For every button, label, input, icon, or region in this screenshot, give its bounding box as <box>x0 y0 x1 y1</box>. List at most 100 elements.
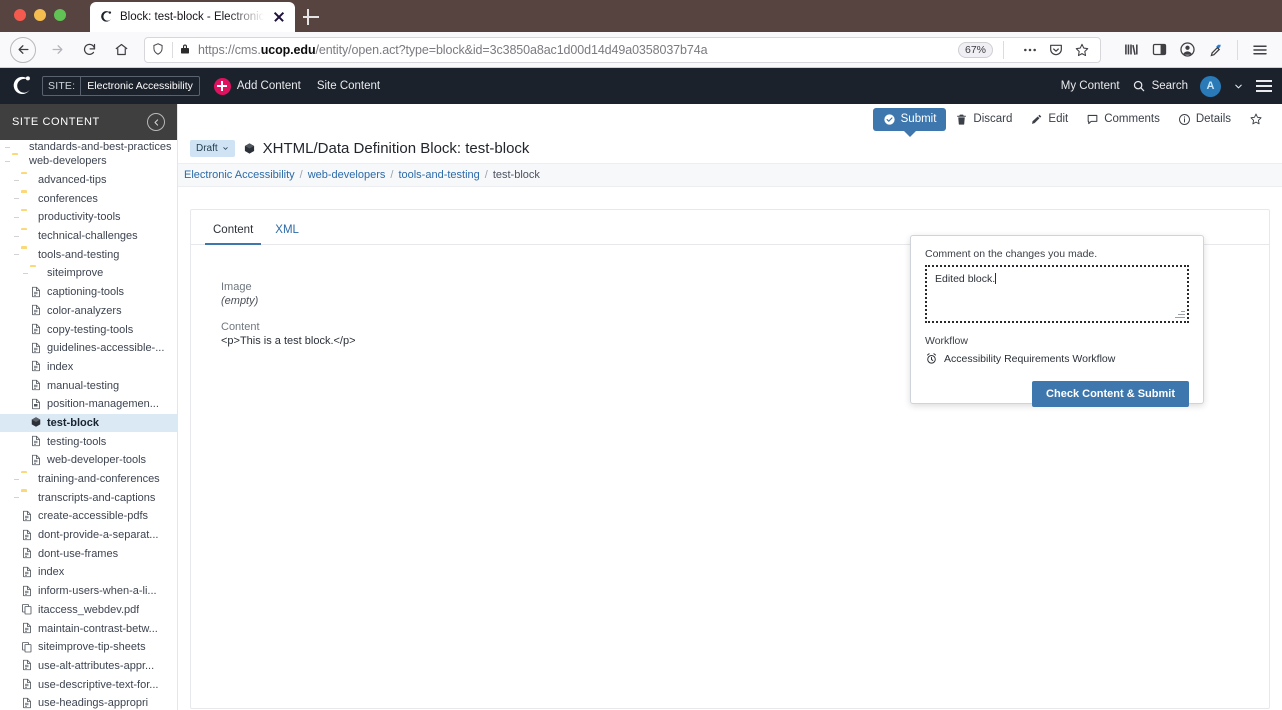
submit-button[interactable]: Submit <box>872 107 947 137</box>
tree-item[interactable]: transcripts-and-captions <box>0 488 177 507</box>
app-menu-icon[interactable] <box>1248 38 1272 62</box>
tree-item[interactable]: manual-testing <box>0 376 177 395</box>
tree-item-label: copy-testing-tools <box>47 323 134 336</box>
home-button[interactable] <box>106 35 136 65</box>
page-actions-icon[interactable] <box>1018 38 1042 62</box>
library-icon[interactable] <box>1119 38 1143 62</box>
tree-item[interactable]: tools-and-testing <box>0 245 177 264</box>
bookmark-star-icon[interactable] <box>1070 38 1094 62</box>
tree-item[interactable]: web-developer-tools <box>0 451 177 470</box>
sidebar-toggle-icon[interactable] <box>1147 38 1171 62</box>
tree-item[interactable]: siteimprove <box>0 264 177 283</box>
edit-button[interactable]: Edit <box>1021 109 1077 130</box>
breadcrumb-item: test-block <box>492 169 540 181</box>
tree-item[interactable]: testing-tools <box>0 432 177 451</box>
resize-handle-icon[interactable] <box>1174 308 1185 319</box>
tree-item[interactable]: create-accessible-pdfs <box>0 507 177 526</box>
add-content-label: Add Content <box>236 80 301 92</box>
tree-item[interactable]: maintain-contrast-betw... <box>0 619 177 638</box>
chevron-down-icon[interactable] <box>1233 81 1244 92</box>
save-to-pocket-icon[interactable] <box>1044 38 1068 62</box>
site-content-nav[interactable]: Site Content <box>317 80 380 92</box>
tree-item[interactable]: use-alt-attributes-appr... <box>0 657 177 676</box>
cascade-logo[interactable] <box>10 74 34 98</box>
new-tab-icon[interactable] <box>300 6 322 28</box>
tree-item-label: web-developers <box>29 155 107 168</box>
folder-icon <box>21 211 33 224</box>
chevron-down-icon <box>222 145 229 152</box>
add-content-button[interactable]: Add Content <box>213 77 301 95</box>
site-lock-icon[interactable] <box>179 43 192 56</box>
comment-label: Comment on the changes you made. <box>925 248 1098 260</box>
page-icon <box>30 286 42 299</box>
main-panel: Submit Discard Edit Comments Details Draft X… <box>178 104 1282 710</box>
my-content-link[interactable]: My Content <box>1061 80 1120 92</box>
breadcrumb-item[interactable]: Electronic Accessibility <box>184 169 295 181</box>
discard-button[interactable]: Discard <box>946 109 1021 130</box>
favorite-star-button[interactable] <box>1240 108 1272 130</box>
browser-tab[interactable]: Block: test-block - Electronic A <box>90 2 295 32</box>
tree-item[interactable]: itaccess_webdev.pdf <box>0 601 177 620</box>
tree-item-label: index <box>38 566 65 579</box>
search-button[interactable]: Search <box>1132 79 1188 93</box>
breadcrumb-item[interactable]: tools-and-testing <box>398 169 479 181</box>
info-icon <box>1178 113 1191 126</box>
tree-item[interactable]: use-descriptive-text-for... <box>0 675 177 694</box>
maximize-window-button[interactable] <box>54 9 66 21</box>
tree-item[interactable]: use-headings-appropri <box>0 694 177 710</box>
app-menu-toggle[interactable] <box>1256 80 1272 92</box>
url-bar[interactable]: https://cms.ucop.edu/entity/open.act?typ… <box>144 36 1101 63</box>
url-text[interactable]: https://cms.ucop.edu/entity/open.act?typ… <box>198 43 952 57</box>
tree-item[interactable]: index <box>0 563 177 582</box>
tree-item[interactable]: technical-challenges <box>0 227 177 246</box>
action-label: Discard <box>973 113 1013 125</box>
eyedropper-icon[interactable] <box>1203 38 1227 62</box>
close-tab-icon[interactable] <box>271 9 287 25</box>
tree-item[interactable]: web-developers <box>0 152 177 171</box>
zoom-level-badge[interactable]: 67% <box>957 41 993 58</box>
collapse-sidebar-button[interactable] <box>147 113 165 131</box>
tree-item[interactable]: dont-use-frames <box>0 544 177 563</box>
tree-item[interactable]: guidelines-accessible-... <box>0 339 177 358</box>
tab-content[interactable]: Content <box>203 218 263 245</box>
back-button[interactable] <box>10 36 36 63</box>
check-content-submit-button[interactable]: Check Content & Submit <box>1032 381 1189 407</box>
site-selector[interactable]: SITE: Electronic Accessibility <box>42 76 200 96</box>
tab-xml[interactable]: XML <box>265 218 309 244</box>
breadcrumb-item[interactable]: web-developers <box>308 169 386 181</box>
comment-textarea[interactable]: Edited block. <box>925 265 1189 323</box>
tree-item[interactable]: position-managemen... <box>0 395 177 414</box>
tree-item[interactable]: inform-users-when-a-li... <box>0 582 177 601</box>
tree-item[interactable]: siteimprove-tip-sheets <box>0 638 177 657</box>
avatar[interactable]: A <box>1200 75 1221 97</box>
tree-item[interactable]: productivity-tools <box>0 208 177 227</box>
tree-item-label: guidelines-accessible-... <box>47 342 165 355</box>
page-alt-icon <box>30 398 42 411</box>
tree-item[interactable]: dont-provide-a-separat... <box>0 526 177 545</box>
comment-value: Edited block. <box>935 273 996 285</box>
tree-item[interactable]: color-analyzers <box>0 302 177 321</box>
minimize-window-button[interactable] <box>34 9 46 21</box>
browser-toolbar-right <box>1119 38 1272 62</box>
tree-item[interactable]: index <box>0 358 177 377</box>
page-title-row: Draft XHTML/Data Definition Block: test-… <box>184 134 1282 163</box>
reload-button[interactable] <box>74 35 104 65</box>
action-toolbar: Submit Discard Edit Comments Details <box>178 104 1282 137</box>
tree-item-selected[interactable]: test-block <box>0 413 177 433</box>
tree-item[interactable]: training-and-conferences <box>0 470 177 489</box>
comments-button[interactable]: Comments <box>1077 109 1169 130</box>
tree-item-label: manual-testing <box>47 379 120 392</box>
tree-item[interactable]: standards-and-best-practices <box>0 142 177 152</box>
tree-item[interactable]: conferences <box>0 189 177 208</box>
url-scheme: https://cms. <box>198 42 261 57</box>
tracking-protection-icon[interactable] <box>151 42 166 57</box>
close-window-button[interactable] <box>14 9 26 21</box>
details-button[interactable]: Details <box>1169 109 1240 130</box>
forward-button[interactable] <box>42 35 72 65</box>
account-icon[interactable] <box>1175 38 1199 62</box>
draft-status-badge[interactable]: Draft <box>190 140 235 157</box>
tree-item[interactable]: captioning-tools <box>0 283 177 302</box>
tree-item[interactable]: copy-testing-tools <box>0 320 177 339</box>
tree-item[interactable]: advanced-tips <box>0 171 177 190</box>
star-icon <box>1249 112 1263 126</box>
